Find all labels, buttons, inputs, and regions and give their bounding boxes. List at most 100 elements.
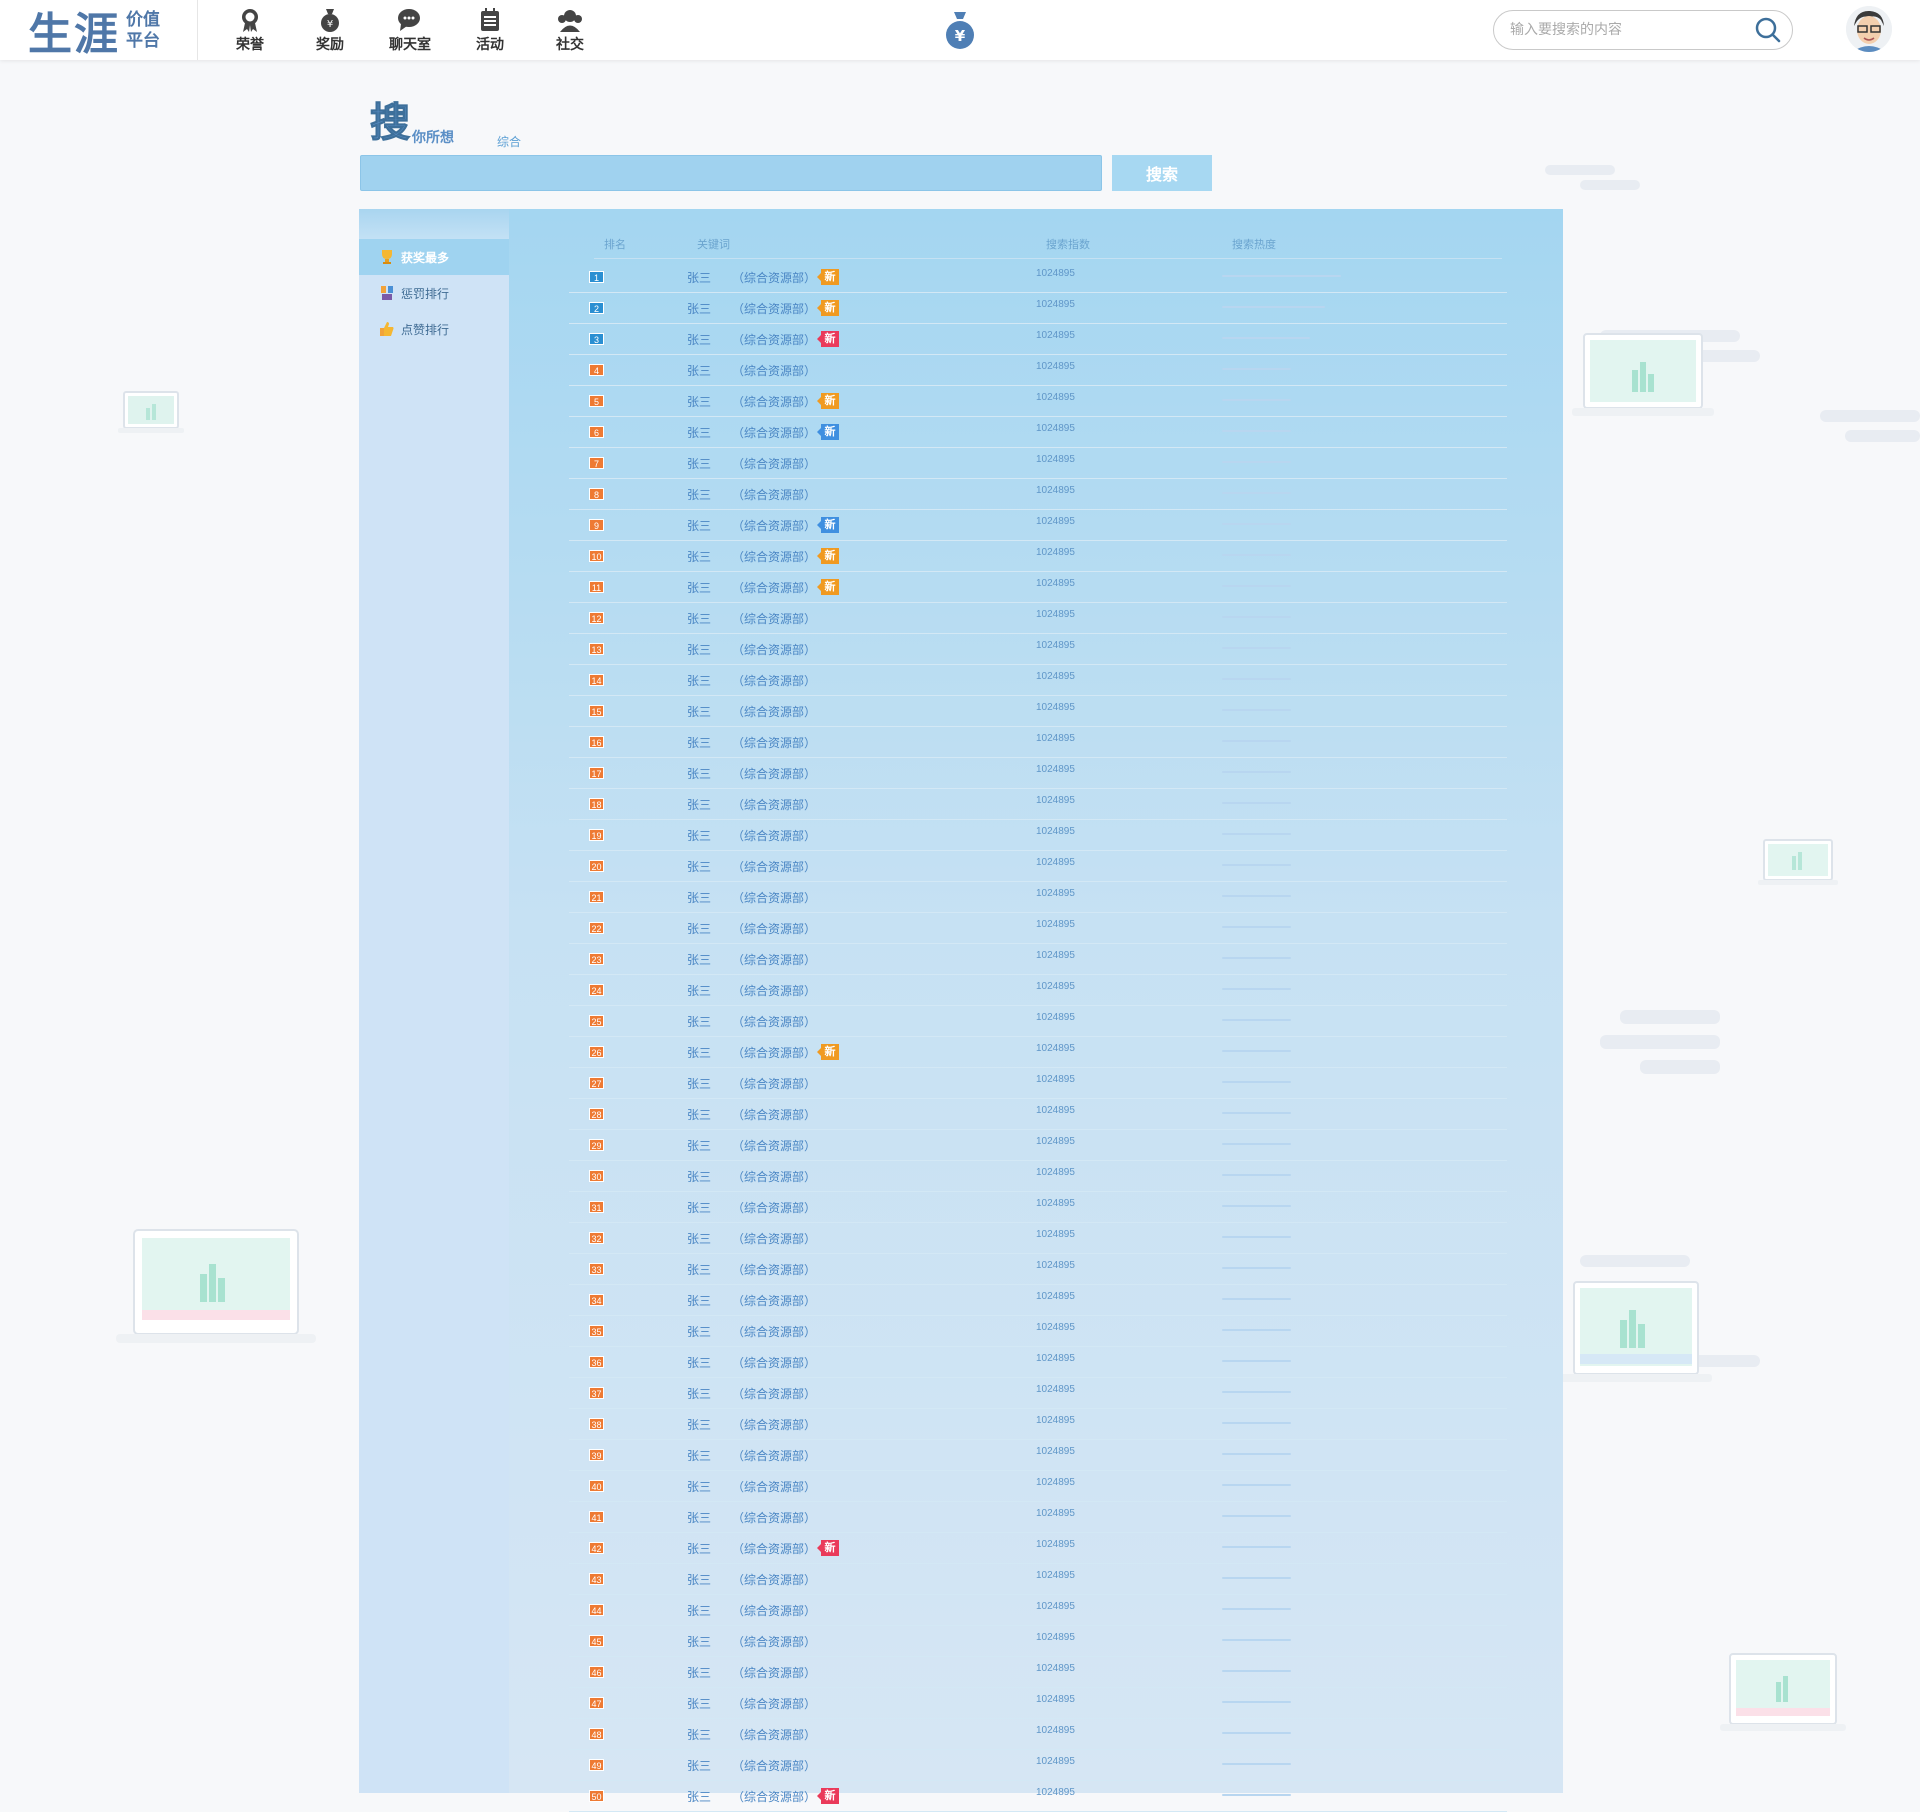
keyword-name[interactable]: 张三 [687,1788,711,1805]
table-row[interactable]: 27 张三 （综合资源部） 1024895 [569,1068,1507,1099]
table-row[interactable]: 30 张三 （综合资源部） 1024895 [569,1161,1507,1192]
table-row[interactable]: 38 张三 （综合资源部） 1024895 [569,1409,1507,1440]
nav-item-honor[interactable]: 荣誉 [210,0,290,60]
table-row[interactable]: 25 张三 （综合资源部） 1024895 [569,1006,1507,1037]
keyword-name[interactable]: 张三 [687,1323,711,1340]
keyword-name[interactable]: 张三 [687,889,711,906]
table-row[interactable]: 18 张三 （综合资源部） 1024895 [569,789,1507,820]
nav-item-activity[interactable]: 活动 [450,0,530,60]
keyword-name[interactable]: 张三 [687,982,711,999]
table-row[interactable]: 22 张三 （综合资源部） 1024895 [569,913,1507,944]
keyword-name[interactable]: 张三 [687,331,711,348]
table-row[interactable]: 31 张三 （综合资源部） 1024895 [569,1192,1507,1223]
keyword-name[interactable]: 张三 [687,1416,711,1433]
keyword-name[interactable]: 张三 [687,1230,711,1247]
keyword-name[interactable]: 张三 [687,1695,711,1712]
keyword-name[interactable]: 张三 [687,1044,711,1061]
keyword-name[interactable]: 张三 [687,827,711,844]
search-icon[interactable] [1754,16,1782,44]
keyword-name[interactable]: 张三 [687,300,711,317]
table-row[interactable]: 10 张三 （综合资源部）新 1024895 [569,541,1507,572]
sidebar-item-likes[interactable]: 点赞排行 [359,311,509,347]
table-row[interactable]: 49 张三 （综合资源部） 1024895 [569,1750,1507,1781]
nav-item-social[interactable]: 社交 [530,0,610,60]
keyword-name[interactable]: 张三 [687,641,711,658]
keyword-name[interactable]: 张三 [687,1509,711,1526]
keyword-name[interactable]: 张三 [687,796,711,813]
main-search-input[interactable] [360,155,1102,191]
nav-item-reward[interactable]: ¥ 奖励 [290,0,370,60]
keyword-name[interactable]: 张三 [687,951,711,968]
keyword-name[interactable]: 张三 [687,1292,711,1309]
sidebar-item-most-awards[interactable]: 获奖最多 [359,239,509,275]
table-row[interactable]: 8 张三 （综合资源部） 1024895 [569,479,1507,510]
keyword-name[interactable]: 张三 [687,1478,711,1495]
table-row[interactable]: 26 张三 （综合资源部）新 1024895 [569,1037,1507,1068]
table-row[interactable]: 44 张三 （综合资源部） 1024895 [569,1595,1507,1626]
table-row[interactable]: 46 张三 （综合资源部） 1024895 [569,1657,1507,1688]
table-row[interactable]: 40 张三 （综合资源部） 1024895 [569,1471,1507,1502]
keyword-name[interactable]: 张三 [687,703,711,720]
table-row[interactable]: 13 张三 （综合资源部） 1024895 [569,634,1507,665]
table-row[interactable]: 41 张三 （综合资源部） 1024895 [569,1502,1507,1533]
keyword-name[interactable]: 张三 [687,269,711,286]
keyword-name[interactable]: 张三 [687,1075,711,1092]
keyword-name[interactable]: 张三 [687,548,711,565]
keyword-name[interactable]: 张三 [687,1013,711,1030]
table-row[interactable]: 12 张三 （综合资源部） 1024895 [569,603,1507,634]
table-row[interactable]: 36 张三 （综合资源部） 1024895 [569,1347,1507,1378]
table-row[interactable]: 34 张三 （综合资源部） 1024895 [569,1285,1507,1316]
keyword-name[interactable]: 张三 [687,1602,711,1619]
keyword-name[interactable]: 张三 [687,1664,711,1681]
table-row[interactable]: 20 张三 （综合资源部） 1024895 [569,851,1507,882]
keyword-name[interactable]: 张三 [687,1261,711,1278]
keyword-name[interactable]: 张三 [687,1106,711,1123]
keyword-name[interactable]: 张三 [687,393,711,410]
table-row[interactable]: 47 张三 （综合资源部） 1024895 [569,1688,1507,1719]
table-row[interactable]: 7 张三 （综合资源部） 1024895 [569,448,1507,479]
keyword-name[interactable]: 张三 [687,579,711,596]
keyword-name[interactable]: 张三 [687,1540,711,1557]
table-row[interactable]: 21 张三 （综合资源部） 1024895 [569,882,1507,913]
keyword-name[interactable]: 张三 [687,1199,711,1216]
table-row[interactable]: 35 张三 （综合资源部） 1024895 [569,1316,1507,1347]
table-row[interactable]: 2 张三 （综合资源部）新 1024895 [569,293,1507,324]
main-search-button[interactable]: 搜索 [1112,155,1212,191]
table-row[interactable]: 48 张三 （综合资源部） 1024895 [569,1719,1507,1750]
table-row[interactable]: 28 张三 （综合资源部） 1024895 [569,1099,1507,1130]
table-row[interactable]: 16 张三 （综合资源部） 1024895 [569,727,1507,758]
user-avatar[interactable] [1846,6,1892,52]
sidebar-item-punishment[interactable]: 惩罚排行 [359,275,509,311]
table-row[interactable]: 17 张三 （综合资源部） 1024895 [569,758,1507,789]
table-row[interactable]: 37 张三 （综合资源部） 1024895 [569,1378,1507,1409]
keyword-name[interactable]: 张三 [687,1168,711,1185]
header-search-input[interactable] [1508,20,1752,38]
keyword-name[interactable]: 张三 [687,517,711,534]
keyword-name[interactable]: 张三 [687,1571,711,1588]
table-row[interactable]: 32 张三 （综合资源部） 1024895 [569,1223,1507,1254]
table-row[interactable]: 19 张三 （综合资源部） 1024895 [569,820,1507,851]
keyword-name[interactable]: 张三 [687,920,711,937]
table-row[interactable]: 14 张三 （综合资源部） 1024895 [569,665,1507,696]
table-row[interactable]: 24 张三 （综合资源部） 1024895 [569,975,1507,1006]
keyword-name[interactable]: 张三 [687,1633,711,1650]
table-row[interactable]: 9 张三 （综合资源部）新 1024895 [569,510,1507,541]
table-row[interactable]: 33 张三 （综合资源部） 1024895 [569,1254,1507,1285]
keyword-name[interactable]: 张三 [687,765,711,782]
keyword-name[interactable]: 张三 [687,1137,711,1154]
keyword-name[interactable]: 张三 [687,1757,711,1774]
search-scope-tab[interactable]: 综合 [497,133,521,150]
keyword-name[interactable]: 张三 [687,486,711,503]
table-row[interactable]: 1 张三 （综合资源部）新 1024895 [569,262,1507,293]
table-row[interactable]: 43 张三 （综合资源部） 1024895 [569,1564,1507,1595]
keyword-name[interactable]: 张三 [687,1726,711,1743]
keyword-name[interactable]: 张三 [687,672,711,689]
table-row[interactable]: 3 张三 （综合资源部）新 1024895 [569,324,1507,355]
keyword-name[interactable]: 张三 [687,362,711,379]
table-row[interactable]: 50 张三 （综合资源部）新 1024895 [569,1781,1507,1812]
table-row[interactable]: 45 张三 （综合资源部） 1024895 [569,1626,1507,1657]
table-row[interactable]: 11 张三 （综合资源部）新 1024895 [569,572,1507,603]
table-row[interactable]: 39 张三 （综合资源部） 1024895 [569,1440,1507,1471]
table-row[interactable]: 15 张三 （综合资源部） 1024895 [569,696,1507,727]
keyword-name[interactable]: 张三 [687,858,711,875]
